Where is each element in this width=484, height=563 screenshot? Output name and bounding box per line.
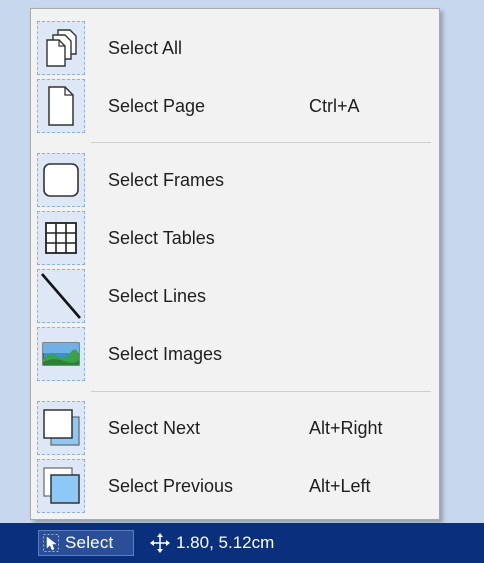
page-icon (37, 79, 85, 133)
menu-item-label: Select Next (108, 418, 201, 438)
select-next-icon (37, 401, 85, 455)
frame-icon (37, 153, 85, 207)
menu-item-label: Select Images (108, 344, 223, 364)
select-mode-button[interactable]: Select (38, 530, 134, 556)
menu-item-select-frames[interactable]: Select Frames (31, 153, 439, 207)
select-all-icon (37, 21, 85, 75)
menu-item-label: Select Tables (108, 228, 215, 248)
table-icon (37, 211, 85, 265)
menu-item-select-page[interactable]: Select Page Ctrl+A (31, 79, 439, 133)
menu-item-select-images[interactable]: Select Images (31, 327, 439, 381)
menu-separator (91, 142, 431, 143)
menu-item-select-previous[interactable]: Select Previous Alt+Left (31, 459, 439, 513)
cursor-position: 1.80, 5.12cm (150, 530, 274, 556)
pointer-icon (43, 534, 59, 552)
menu-item-label: Select Previous (108, 476, 234, 496)
coordinates-readout: 1.80, 5.12cm (176, 533, 275, 552)
menu-item-shortcut: Ctrl+A (309, 96, 360, 116)
menu-item-shortcut: Alt+Left (309, 476, 371, 496)
status-bar: Select 1.80, 5.12cm (0, 523, 484, 563)
menu-item-select-lines[interactable]: Select Lines (31, 269, 439, 323)
menu-item-label: Select Frames (108, 170, 225, 190)
menu-separator (91, 391, 431, 392)
menu-item-shortcut: Alt+Right (309, 418, 383, 438)
select-context-menu: Select All Select Page Ctrl+A Select Fra… (30, 8, 440, 520)
menu-item-select-all[interactable]: Select All (31, 21, 439, 75)
window-right-strip (440, 0, 484, 523)
menu-item-label: Select Page (108, 96, 206, 116)
select-mode-label: Select (65, 533, 114, 552)
menu-item-label: Select All (108, 38, 183, 58)
move-cursor-icon (150, 533, 170, 553)
image-icon (37, 327, 85, 381)
menu-item-select-tables[interactable]: Select Tables (31, 211, 439, 265)
menu-item-select-next[interactable]: Select Next Alt+Right (31, 401, 439, 455)
menu-item-label: Select Lines (108, 286, 207, 306)
select-previous-icon (37, 459, 85, 513)
line-icon (37, 269, 85, 323)
